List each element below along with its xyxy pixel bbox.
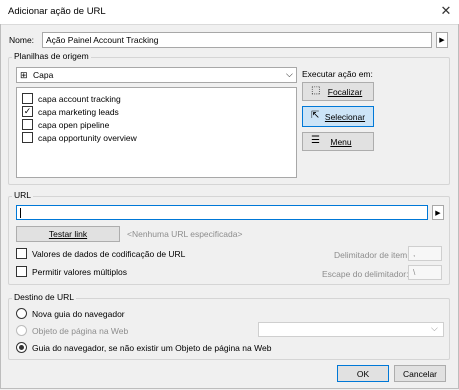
- triangle-right-icon: ▶: [439, 37, 445, 44]
- url-insert-button[interactable]: ▶: [432, 205, 444, 220]
- sheet-checkbox[interactable]: [22, 132, 33, 143]
- sheet-list-item[interactable]: capa account tracking: [22, 93, 121, 104]
- chevron-down-icon: ⌵: [286, 69, 293, 79]
- encode-values-option[interactable]: Valores de dados de codificação de URL: [16, 248, 185, 259]
- name-input[interactable]: Ação Painel Account Tracking: [42, 32, 432, 48]
- encode-values-label: Valores de dados de codificação de URL: [32, 248, 186, 259]
- name-label: Nome:: [9, 35, 35, 45]
- browser-tab-option[interactable]: Guia do navegador, se não existir um Obj…: [16, 342, 271, 353]
- item-delimiter-label: Delimitador de item:: [334, 250, 410, 260]
- run-action-label: Executar ação em:: [302, 69, 373, 79]
- sheet-list: capa account tracking ✓ capa marketing l…: [16, 87, 297, 178]
- sheet-list-item[interactable]: capa open pipeline: [22, 119, 109, 130]
- menu-button[interactable]: ☰ Menu: [302, 132, 374, 151]
- menu-cursor-icon: ☰: [311, 135, 320, 146]
- web-page-object-dropdown[interactable]: ⌵: [258, 322, 444, 337]
- hover-button-label: Focalizar: [327, 86, 363, 97]
- sheet-checkbox[interactable]: ✓: [22, 106, 33, 117]
- web-page-object-option[interactable]: Objeto de página na Web: [16, 325, 128, 336]
- sheet-label: capa open pipeline: [38, 119, 110, 130]
- test-link-label: Testar link: [48, 229, 88, 239]
- url-destination-group-label: Destino de URL: [12, 292, 77, 302]
- select-button[interactable]: ⇱ Selecionar: [302, 106, 374, 127]
- select-cursor-icon: ⇱: [311, 110, 320, 121]
- checkmark-icon: ✓: [23, 106, 32, 116]
- radio-dot: [19, 345, 24, 350]
- cancel-button[interactable]: Cancelar: [394, 365, 446, 382]
- escape-delimiter-value: \: [413, 267, 416, 277]
- hover-button[interactable]: ⬚ Focalizar: [302, 82, 374, 101]
- sheet-label: capa account tracking: [38, 93, 121, 104]
- ok-button[interactable]: OK: [337, 365, 389, 382]
- sheet-list-item[interactable]: capa opportunity overview: [22, 132, 137, 143]
- menu-button-label: Menu: [330, 136, 352, 147]
- web-page-object-radio[interactable]: [16, 325, 27, 336]
- window-title: Adicionar ação de URL: [8, 6, 106, 17]
- escape-delimiter-input[interactable]: \: [408, 265, 442, 280]
- web-page-object-label: Objeto de página na Web: [32, 325, 129, 336]
- sheet-checkbox[interactable]: [22, 93, 33, 104]
- new-tab-option[interactable]: Nova guia do navegador: [16, 308, 125, 319]
- sheet-label: capa opportunity overview: [38, 132, 137, 143]
- source-sheet-dropdown[interactable]: ⊞ Capa ⌵: [16, 67, 297, 83]
- source-sheet-dropdown-value: Capa: [33, 70, 54, 80]
- text-caret: [20, 208, 21, 218]
- name-input-value: Ação Painel Account Tracking: [46, 35, 159, 45]
- multiple-values-label: Permitir valores múltiplos: [32, 266, 127, 277]
- sheet-checkbox[interactable]: [22, 119, 33, 130]
- url-input[interactable]: [16, 205, 428, 220]
- chevron-down-icon: ⌵: [431, 323, 438, 333]
- url-group-label: URL: [12, 190, 34, 200]
- item-delimiter-input[interactable]: ,: [408, 246, 442, 261]
- new-tab-radio[interactable]: [16, 308, 27, 319]
- select-button-label: Selecionar: [324, 111, 366, 122]
- triangle-right-icon: ▶: [435, 209, 441, 217]
- hover-cursor-icon: ⬚: [311, 85, 321, 96]
- new-tab-label: Nova guia do navegador: [32, 308, 125, 319]
- close-icon[interactable]: ✕: [438, 3, 454, 19]
- name-insert-button[interactable]: ▶: [436, 32, 448, 48]
- sheet-list-item[interactable]: ✓ capa marketing leads: [22, 106, 119, 117]
- escape-delimiter-label: Escape do delimitador:: [322, 269, 409, 279]
- browser-tab-label: Guia do navegador, se não existir um Obj…: [32, 342, 272, 353]
- multiple-values-option[interactable]: Permitir valores múltiplos: [16, 266, 127, 277]
- encode-values-checkbox[interactable]: [16, 248, 27, 259]
- cancel-button-label: Cancelar: [402, 368, 438, 379]
- grid-icon: ⊞: [20, 70, 28, 80]
- multiple-values-checkbox[interactable]: [16, 266, 27, 277]
- sheet-label: capa marketing leads: [38, 106, 119, 117]
- browser-tab-radio[interactable]: [16, 342, 27, 353]
- item-delimiter-value: ,: [413, 248, 416, 258]
- ok-button-label: OK: [356, 368, 370, 379]
- url-placeholder-note: <Nenhuma URL especificada>: [127, 229, 243, 239]
- test-link-button[interactable]: Testar link: [16, 226, 120, 242]
- source-sheets-group-label: Planilhas de origem: [12, 51, 91, 61]
